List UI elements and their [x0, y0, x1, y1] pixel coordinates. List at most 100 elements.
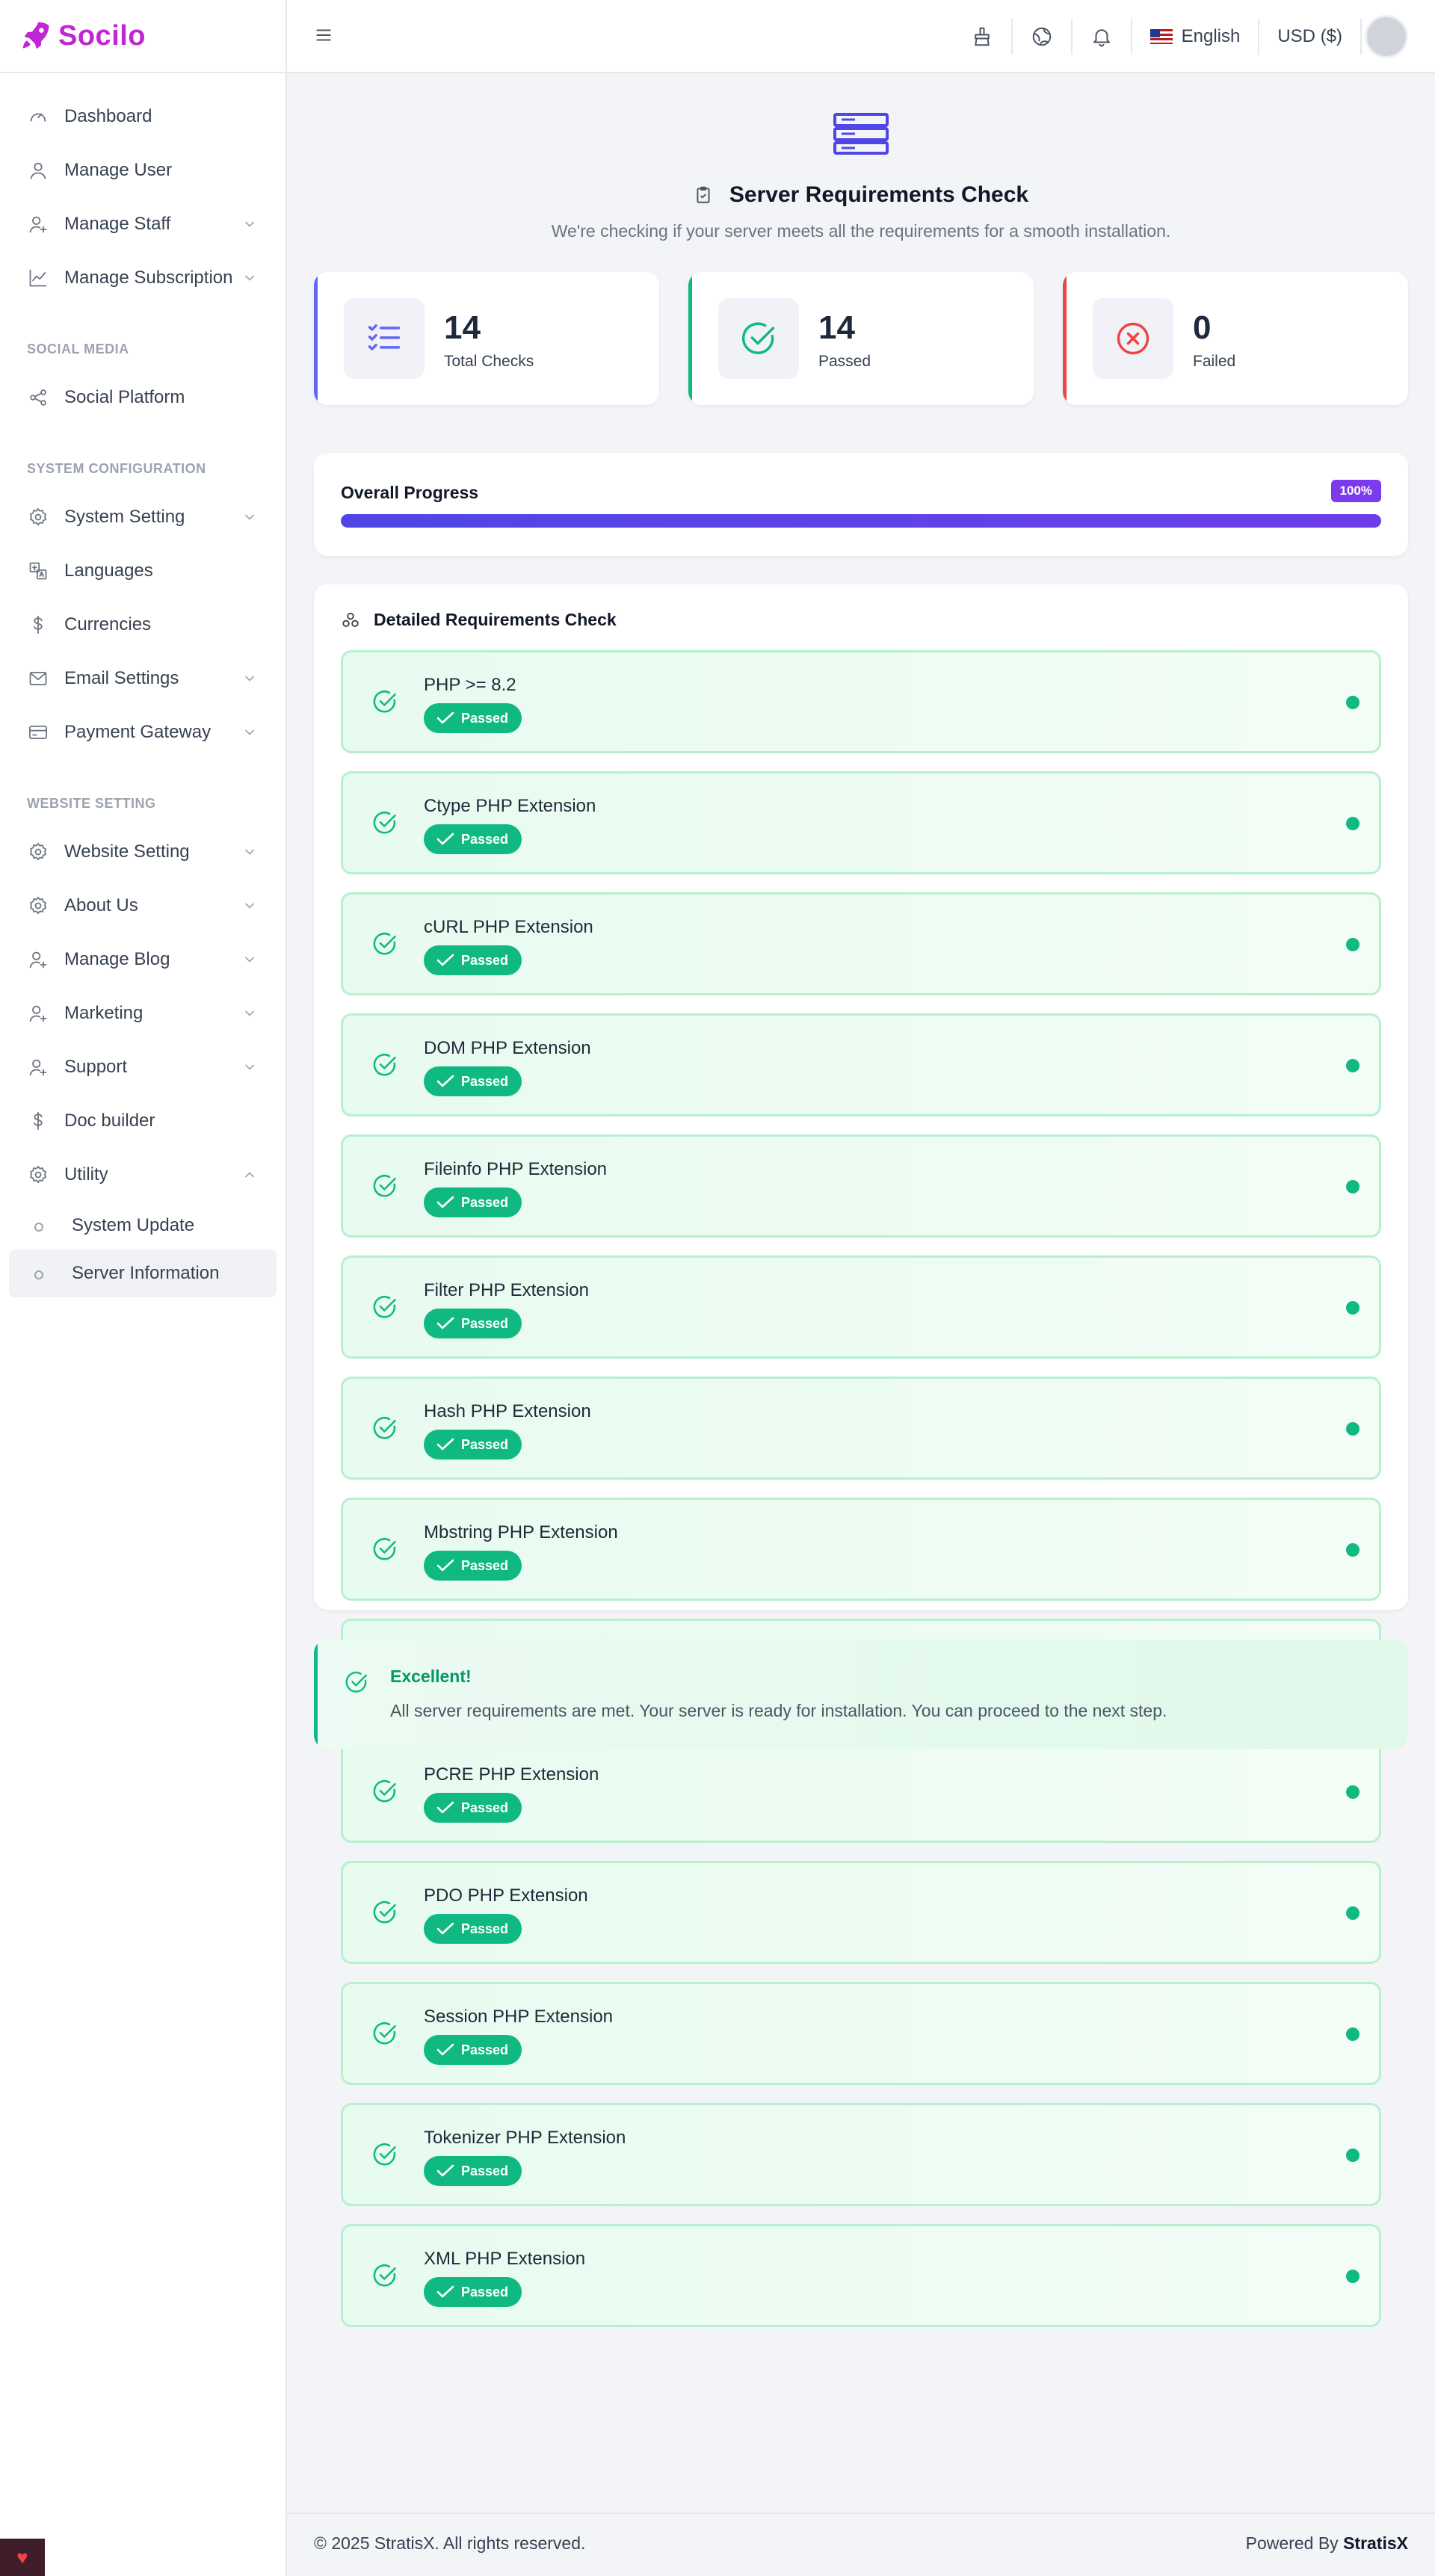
stat-value: 14 — [444, 309, 481, 346]
sidebar-item-email-settings[interactable]: Email Settings — [0, 652, 286, 705]
stat-card-failed: 0 Failed — [1063, 272, 1408, 405]
sidebar-subitem-system-update[interactable]: System Update — [9, 1202, 277, 1250]
requirement-name: Hash PHP Extension — [424, 1401, 591, 1421]
sidebar-item-label: Languages — [64, 560, 153, 581]
sidebar-item-label: Manage Staff — [64, 214, 171, 234]
check-circle-icon — [373, 812, 396, 834]
chevron-down-icon — [245, 676, 254, 682]
x-circle-icon — [1117, 322, 1149, 355]
status-dot — [1346, 817, 1360, 830]
sidebar-item-social-platform[interactable]: Social Platform — [0, 371, 286, 424]
passed-badge: Passed — [424, 2156, 522, 2186]
stat-label: Failed — [1193, 353, 1236, 370]
user-plus-icon — [27, 948, 49, 971]
chevron-down-icon — [245, 729, 254, 735]
sidebar-subitem-server-information[interactable]: Server Information — [9, 1250, 277, 1297]
stat-card-passed: 14 Passed — [688, 272, 1034, 405]
checkmark-icon — [436, 711, 454, 724]
sidebar-item-manage-blog[interactable]: Manage Blog — [0, 933, 286, 986]
requirement-name: cURL PHP Extension — [424, 917, 593, 937]
detail-title-text: Detailed Requirements Check — [374, 610, 617, 629]
checklist-icon — [368, 324, 401, 350]
gear-icon — [27, 1164, 49, 1186]
gear-icon — [27, 895, 49, 917]
passed-badge: Passed — [424, 2035, 522, 2065]
check-circle-icon — [373, 1417, 396, 1439]
checkmark-icon — [436, 1075, 454, 1087]
sidebar-item-manage-subscription[interactable]: Manage Subscription — [0, 251, 286, 305]
checkmark-icon — [436, 2043, 454, 2056]
requirement-name: Session PHP Extension — [424, 2007, 614, 2027]
status-dot — [1346, 1180, 1360, 1193]
sidebar-item-label: Manage Blog — [64, 949, 170, 969]
passed-badge: Passed — [424, 824, 522, 854]
header-separator — [1360, 19, 1362, 55]
sidebar-item-support[interactable]: Support — [0, 1040, 286, 1094]
footer: © 2025 StratisX. All rights reserved. Po… — [287, 2512, 1435, 2576]
sidebar-item-system-setting[interactable]: System Setting — [0, 490, 286, 544]
broom-clear-cache-icon[interactable] — [971, 25, 993, 48]
requirement-row: PDO PHP Extension Passed — [341, 1861, 1381, 1964]
laravel-debug-icon[interactable]: ♥ — [0, 2539, 45, 2576]
checkmark-icon — [436, 1559, 454, 1572]
chevron-up-icon — [245, 1172, 254, 1178]
user-avatar[interactable] — [1365, 15, 1408, 58]
stat-icon-box — [344, 298, 425, 379]
sidebar-item-website-setting[interactable]: Website Setting — [0, 825, 286, 879]
user-plus-icon — [27, 1056, 49, 1078]
passed-badge-label: Passed — [461, 2163, 509, 2178]
checkmark-icon — [436, 1438, 454, 1451]
passed-badge: Passed — [424, 1793, 522, 1823]
sidebar: Socilo Dashboard Manage User Manage Staff M… — [0, 0, 287, 2576]
requirements-list: PHP >= 8.2 Passed Ctype PHP Extension Passe… — [341, 650, 1381, 2345]
sidebar-item-doc-builder[interactable]: Doc builder — [0, 1094, 286, 1148]
globe-website-icon[interactable] — [1031, 25, 1053, 48]
gear-icon — [27, 506, 49, 528]
sidebar-item-languages[interactable]: Languages — [0, 544, 286, 598]
sidebar-item-manage-user[interactable]: Manage User — [0, 143, 286, 197]
passed-badge-label: Passed — [461, 1436, 509, 1452]
checkmark-icon — [436, 2164, 454, 2177]
dollar-icon — [27, 1110, 49, 1132]
sidebar-item-utility[interactable]: Utility — [0, 1148, 286, 1202]
passed-badge: Passed — [424, 945, 522, 975]
cubes-icon — [342, 612, 359, 627]
powered-brand-link[interactable]: StratisX — [1343, 2533, 1408, 2553]
sidebar-item-label: Doc builder — [64, 1111, 155, 1131]
sidebar-item-label: Manage Subscription — [64, 268, 233, 288]
check-circle-icon — [373, 933, 396, 955]
sidebar-nav: Dashboard Manage User Manage Staff Manage S… — [0, 73, 286, 1297]
page-title-text: Server Requirements Check — [729, 182, 1029, 207]
requirement-row: Tokenizer PHP Extension Passed — [341, 2103, 1381, 2206]
passed-badge-label: Passed — [461, 1315, 509, 1331]
sidebar-item-label: About Us — [64, 895, 138, 915]
currency-selector[interactable]: USD ($) — [1277, 26, 1342, 47]
requirement-name: PCRE PHP Extension — [424, 1764, 599, 1785]
sidebar-item-manage-staff[interactable]: Manage Staff — [0, 197, 286, 251]
requirement-row: XML PHP Extension Passed — [341, 2224, 1381, 2327]
brand-logo[interactable]: Socilo — [0, 0, 286, 73]
language-selector[interactable]: English — [1149, 26, 1241, 47]
sidebar-item-currencies[interactable]: Currencies — [0, 598, 286, 652]
status-dot — [1346, 1301, 1360, 1315]
status-dot — [1346, 1543, 1360, 1557]
clipboard-check-icon — [697, 186, 710, 203]
checkmark-icon — [436, 954, 454, 966]
sidebar-item-payment-gateway[interactable]: Payment Gateway — [0, 705, 286, 759]
language-label: English — [1181, 26, 1241, 46]
sidebar-item-dashboard[interactable]: Dashboard — [0, 90, 286, 143]
chart-line-icon — [27, 267, 49, 289]
bell-notification-icon[interactable] — [1090, 25, 1113, 48]
status-dot — [1346, 2270, 1360, 2283]
chevron-down-icon — [245, 1010, 254, 1016]
status-dot — [1346, 1785, 1360, 1799]
sidebar-item-marketing[interactable]: Marketing — [0, 986, 286, 1040]
sidebar-item-label: Website Setting — [64, 841, 190, 862]
hamburger-menu-icon[interactable] — [314, 25, 333, 45]
check-circle-icon — [373, 1901, 396, 1924]
check-circle-icon — [373, 1296, 396, 1318]
requirement-name: Tokenizer PHP Extension — [424, 2128, 626, 2148]
status-dot — [1346, 2149, 1360, 2162]
sidebar-item-about-us[interactable]: About Us — [0, 879, 286, 933]
check-circle-icon — [373, 2264, 396, 2287]
